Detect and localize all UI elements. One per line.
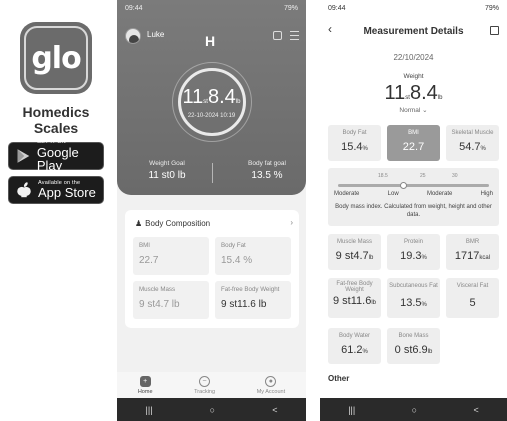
avatar[interactable] bbox=[125, 28, 141, 44]
weight-value: 11st8.4lb bbox=[384, 82, 443, 104]
home-button[interactable]: ○ bbox=[210, 405, 215, 415]
chevron-down-icon: ⌄ bbox=[422, 107, 428, 114]
tile-bmr[interactable]: BMR 1717kcal bbox=[446, 234, 499, 270]
status-battery: 79% bbox=[484, 4, 499, 12]
tile-bone-mass[interactable]: Bone Mass 0 st6.9lb bbox=[387, 328, 440, 364]
page-title: Measurement Details bbox=[363, 26, 464, 37]
bottom-tab-bar: + Home ~ Tracking ● My Account bbox=[117, 372, 306, 398]
tile-fat-free-weight[interactable]: Fat-free Body Weight 9 st11.6 lb bbox=[215, 281, 291, 319]
body-fat-goal[interactable]: Body fat goal 13.5 % bbox=[235, 160, 299, 181]
recent-apps-button[interactable]: ||| bbox=[348, 405, 355, 415]
google-play-icon bbox=[17, 149, 30, 163]
body-composition-title: Body Composition bbox=[145, 219, 211, 228]
tile-bmi[interactable]: BMI 22.7 bbox=[133, 237, 209, 275]
scale-label: Moderate bbox=[334, 191, 360, 197]
app-store-badge[interactable]: Available on the App Store bbox=[8, 176, 104, 204]
tile-bmi-selected[interactable]: BMI 22.7 bbox=[387, 125, 440, 161]
android-nav-bar: ||| ○ < bbox=[117, 398, 306, 421]
phone-measurement-details: 09:44 79% ‹ Measurement Details 22/10/20… bbox=[320, 0, 507, 421]
scale-label: Low bbox=[387, 191, 399, 197]
homedics-logo: H bbox=[205, 33, 216, 49]
glo-app-logo: glo bbox=[20, 22, 92, 94]
chevron-right-icon[interactable]: › bbox=[290, 218, 293, 227]
glo-logo-text: glo bbox=[31, 40, 81, 76]
tile-skeletal-muscle[interactable]: Skeletal Muscle 54.7% bbox=[446, 125, 499, 161]
menu-icon[interactable] bbox=[290, 31, 299, 40]
scale-indicator bbox=[400, 182, 407, 189]
tab-tracking[interactable]: ~ Tracking bbox=[194, 375, 215, 395]
tile-protein[interactable]: Protein 19.3% bbox=[387, 234, 440, 270]
google-play-badge[interactable]: GET IT ON Google Play bbox=[8, 140, 104, 173]
weight-status[interactable]: Normal ⌄ bbox=[320, 106, 507, 114]
bmi-description: Body mass index. Calculated from weight,… bbox=[335, 204, 492, 219]
weight-label: Weight bbox=[403, 73, 424, 80]
tile-muscle-mass[interactable]: Muscle Mass 9 st4.7 lb bbox=[133, 281, 209, 319]
tile-fat-free-weight[interactable]: Fat-free Body Weight 9 st11.6lb bbox=[328, 278, 381, 318]
scale-tick: 18.5 bbox=[378, 173, 388, 179]
back-button[interactable]: < bbox=[474, 405, 479, 415]
home-button[interactable]: ○ bbox=[412, 405, 417, 415]
body-composition-card[interactable]: ♟ Body Composition › BMI 22.7 Body Fat 1… bbox=[125, 210, 299, 328]
measurement-datetime: 22-10-2024 10:19 bbox=[187, 113, 236, 119]
recent-apps-button[interactable]: ||| bbox=[146, 405, 153, 415]
status-battery: 79% bbox=[283, 4, 298, 12]
tile-body-fat[interactable]: Body Fat 15.4% bbox=[328, 125, 381, 161]
scale-bar bbox=[338, 184, 489, 187]
other-section-title: Other bbox=[328, 374, 350, 383]
weight-goal[interactable]: Weight Goal 11 st0 lb bbox=[137, 160, 197, 181]
tab-home[interactable]: + Home bbox=[138, 375, 153, 395]
current-weight: 11st8.4lb bbox=[182, 86, 241, 108]
person-icon: ♟ bbox=[135, 219, 143, 228]
app-store-big-text: App Store bbox=[38, 185, 96, 201]
tracking-icon: ~ bbox=[199, 375, 211, 387]
status-bar: 09:44 79% bbox=[320, 0, 507, 16]
tile-body-water[interactable]: Body Water 61.2% bbox=[328, 328, 381, 364]
apple-icon bbox=[17, 182, 31, 198]
tab-my-account[interactable]: ● My Account bbox=[257, 375, 285, 395]
status-bar: 09:44 79% bbox=[117, 0, 306, 16]
tile-muscle-mass[interactable]: Muscle Mass 9 st4.7lb bbox=[328, 234, 381, 270]
back-button[interactable]: < bbox=[272, 405, 277, 415]
scale-label: High bbox=[480, 191, 493, 197]
google-play-big-text: Google Play bbox=[36, 144, 79, 173]
android-nav-bar: ||| ○ < bbox=[320, 398, 507, 421]
scale-tick: 30 bbox=[452, 173, 458, 179]
phone-home-screen: 09:44 79% Luke H 11st8.4lb 22-10-2024 10… bbox=[117, 0, 306, 421]
share-icon[interactable] bbox=[490, 26, 499, 35]
tile-body-fat[interactable]: Body Fat 15.4 % bbox=[215, 237, 291, 275]
status-time: 09:44 bbox=[328, 4, 346, 12]
home-header: 09:44 79% Luke H 11st8.4lb 22-10-2024 10… bbox=[117, 0, 306, 195]
user-name[interactable]: Luke bbox=[147, 30, 164, 39]
goal-divider bbox=[212, 163, 213, 183]
home-icon: + bbox=[139, 375, 151, 387]
status-time: 09:44 bbox=[125, 4, 143, 12]
tile-visceral-fat[interactable]: Visceral Fat 5 bbox=[446, 278, 499, 318]
brand-column: glo Homedics Scales GET IT ON Google Pla… bbox=[0, 0, 112, 421]
scan-icon[interactable] bbox=[273, 31, 282, 40]
scale-tick: 25 bbox=[420, 173, 426, 179]
scale-label: Moderate bbox=[426, 191, 453, 197]
account-icon: ● bbox=[265, 375, 277, 387]
measurement-date[interactable]: 22/10/2024 bbox=[320, 53, 507, 62]
bmi-scale-panel: 18.5 25 30 Moderate Low Moderate High Bo… bbox=[328, 168, 499, 226]
tile-subcutaneous-fat[interactable]: Subcutaneous Fat 13.5% bbox=[387, 278, 440, 318]
brand-name: Homedics Scales bbox=[22, 104, 90, 136]
